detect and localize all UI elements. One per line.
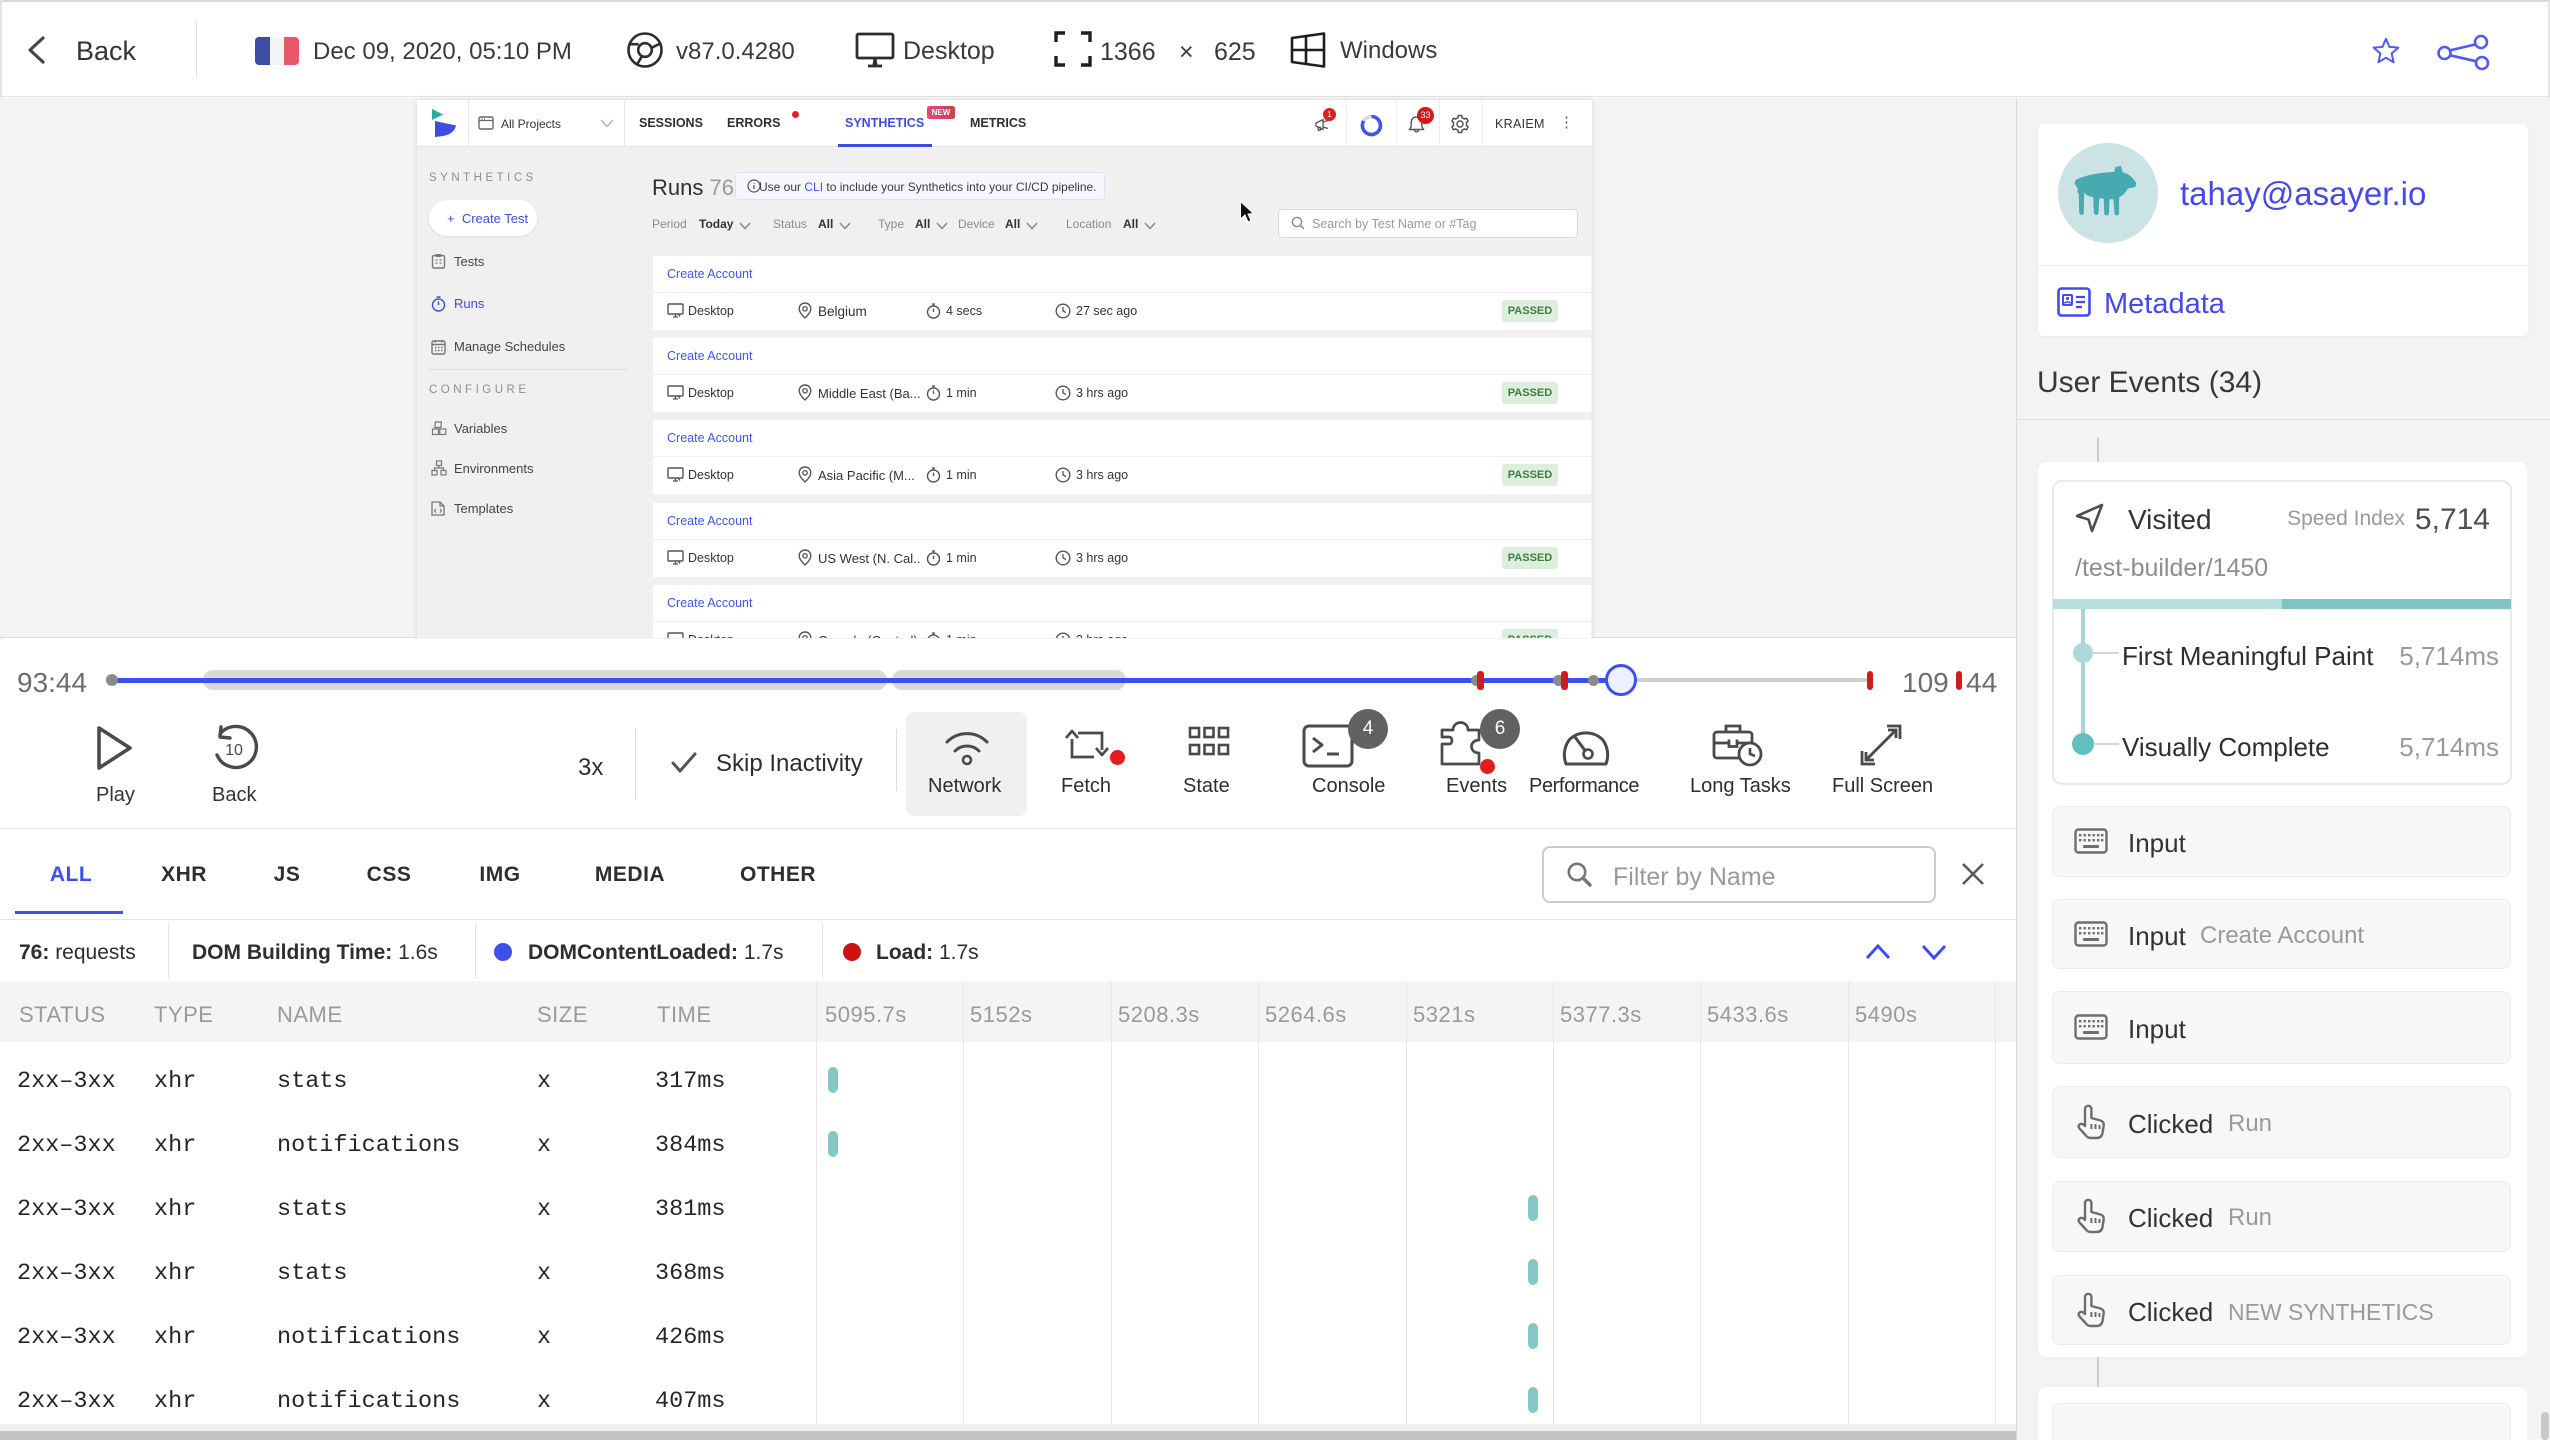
- svg-text:10: 10: [225, 742, 243, 759]
